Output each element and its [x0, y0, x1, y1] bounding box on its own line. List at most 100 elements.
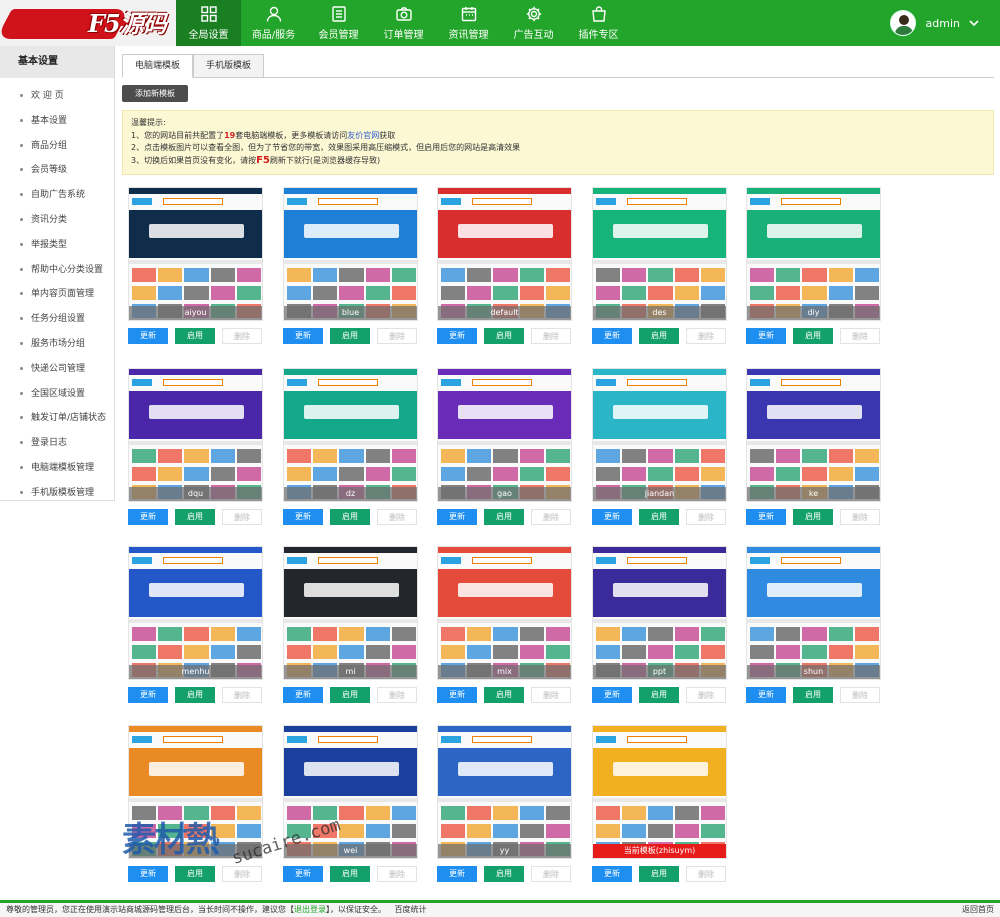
enable-button[interactable]: 启用	[639, 687, 679, 703]
enable-button[interactable]: 启用	[330, 509, 370, 525]
delete-button[interactable]: 删除	[686, 687, 726, 703]
update-button[interactable]: 更新	[437, 328, 477, 344]
delete-button[interactable]: 删除	[840, 509, 880, 525]
template-thumbnail[interactable]: 当前模板(zhisuym)	[592, 725, 727, 859]
delete-button[interactable]: 删除	[531, 328, 571, 344]
enable-button[interactable]: 启用	[330, 687, 370, 703]
update-button[interactable]: 更新	[746, 328, 786, 344]
update-button[interactable]: 更新	[128, 687, 168, 703]
template-thumbnail[interactable]: dz	[283, 368, 418, 502]
sidebar-item[interactable]: 快递公司管理	[0, 357, 114, 382]
update-button[interactable]: 更新	[437, 687, 477, 703]
template-thumbnail[interactable]: jiandan	[592, 368, 727, 502]
template-thumbnail[interactable]: yy	[437, 725, 572, 859]
template-thumbnail[interactable]: shun	[746, 546, 881, 680]
update-button[interactable]: 更新	[283, 866, 323, 882]
enable-button[interactable]: 启用	[175, 328, 215, 344]
nav-item-orders[interactable]: 订单管理	[371, 0, 436, 46]
template-thumbnail[interactable]: mix	[437, 546, 572, 680]
user-menu[interactable]: admin	[889, 10, 980, 36]
nav-item-news[interactable]: 资讯管理	[436, 0, 501, 46]
delete-button[interactable]: 删除	[222, 509, 262, 525]
update-button[interactable]: 更新	[746, 687, 786, 703]
sidebar-item[interactable]: 任务分组设置	[0, 307, 114, 332]
update-button[interactable]: 更新	[128, 509, 168, 525]
sidebar-item[interactable]: 服务市场分组	[0, 332, 114, 357]
update-button[interactable]: 更新	[592, 328, 632, 344]
delete-button[interactable]: 删除	[377, 509, 417, 525]
delete-button[interactable]: 删除	[377, 866, 417, 882]
sidebar-item[interactable]: 手机版模板管理	[0, 481, 114, 506]
update-button[interactable]: 更新	[128, 328, 168, 344]
delete-button[interactable]: 删除	[222, 866, 262, 882]
delete-button[interactable]: 删除	[686, 866, 726, 882]
sidebar-item[interactable]: 商品分组	[0, 134, 114, 159]
site-logo[interactable]: F5源码	[0, 0, 176, 46]
enable-button[interactable]: 启用	[793, 687, 833, 703]
sidebar-item[interactable]: 会员等级	[0, 158, 114, 183]
nav-item-plugins[interactable]: 插件专区	[566, 0, 631, 46]
template-thumbnail[interactable]: aiyou	[128, 187, 263, 321]
official-site-link[interactable]: 友价官网	[347, 131, 379, 140]
enable-button[interactable]: 启用	[793, 509, 833, 525]
delete-button[interactable]: 删除	[531, 509, 571, 525]
sidebar-item[interactable]: 单内容页面管理	[0, 282, 114, 307]
template-thumbnail[interactable]: wei	[283, 725, 418, 859]
enable-button[interactable]: 启用	[484, 328, 524, 344]
update-button[interactable]: 更新	[283, 509, 323, 525]
sidebar-item[interactable]: 触发订单/店铺状态	[0, 406, 114, 431]
nav-item-members[interactable]: 会员管理	[306, 0, 371, 46]
template-thumbnail[interactable]: mi	[283, 546, 418, 680]
update-button[interactable]: 更新	[592, 687, 632, 703]
template-thumbnail[interactable]: blue	[283, 187, 418, 321]
template-thumbnail[interactable]: dqu	[128, 368, 263, 502]
update-button[interactable]: 更新	[592, 509, 632, 525]
template-thumbnail[interactable]: ke	[746, 368, 881, 502]
sidebar-item[interactable]: 自助广告系统	[0, 183, 114, 208]
enable-button[interactable]: 启用	[175, 866, 215, 882]
delete-button[interactable]: 删除	[686, 328, 726, 344]
nav-item-global-settings[interactable]: 全局设置	[176, 0, 241, 46]
delete-button[interactable]: 删除	[377, 328, 417, 344]
sidebar-item[interactable]: 登录日志	[0, 431, 114, 456]
update-button[interactable]: 更新	[437, 509, 477, 525]
delete-button[interactable]: 删除	[222, 328, 262, 344]
delete-button[interactable]: 删除	[840, 328, 880, 344]
template-thumbnail[interactable]: menhu	[128, 546, 263, 680]
logout-link[interactable]: 退出登录	[294, 905, 326, 914]
enable-button[interactable]: 启用	[639, 509, 679, 525]
sidebar-item[interactable]: 电脑端模板管理	[0, 456, 114, 481]
enable-button[interactable]: 启用	[484, 509, 524, 525]
stats-link[interactable]: 百度统计	[395, 905, 427, 914]
enable-button[interactable]: 启用	[639, 328, 679, 344]
delete-button[interactable]: 删除	[531, 866, 571, 882]
add-template-button[interactable]: 添加新模板	[122, 85, 188, 102]
sidebar-item[interactable]: 全国区域设置	[0, 382, 114, 407]
sidebar-item[interactable]: 帮助中心分类设置	[0, 258, 114, 283]
sidebar-item[interactable]: 举报类型	[0, 233, 114, 258]
update-button[interactable]: 更新	[283, 328, 323, 344]
sidebar-item[interactable]: 资讯分类	[0, 208, 114, 233]
delete-button[interactable]: 删除	[531, 687, 571, 703]
tab-pc-templates[interactable]: 电脑端模板	[122, 54, 194, 78]
update-button[interactable]: 更新	[592, 866, 632, 882]
template-thumbnail[interactable]: default	[437, 187, 572, 321]
enable-button[interactable]: 启用	[330, 866, 370, 882]
sidebar-item[interactable]: 基本设置	[0, 109, 114, 134]
nav-item-goods[interactable]: 商品/服务	[241, 0, 306, 46]
delete-button[interactable]: 删除	[686, 509, 726, 525]
enable-button[interactable]: 启用	[793, 328, 833, 344]
update-button[interactable]: 更新	[283, 687, 323, 703]
template-thumbnail[interactable]: diy	[746, 187, 881, 321]
update-button[interactable]: 更新	[437, 866, 477, 882]
template-thumbnail[interactable]	[128, 725, 263, 859]
update-button[interactable]: 更新	[128, 866, 168, 882]
enable-button[interactable]: 启用	[484, 687, 524, 703]
delete-button[interactable]: 删除	[377, 687, 417, 703]
template-thumbnail[interactable]: ppt	[592, 546, 727, 680]
tab-mobile-templates[interactable]: 手机版模板	[193, 54, 265, 78]
nav-item-ads[interactable]: 广告互动	[501, 0, 566, 46]
update-button[interactable]: 更新	[746, 509, 786, 525]
sidebar-item[interactable]: 欢 迎 页	[0, 84, 114, 109]
enable-button[interactable]: 启用	[330, 328, 370, 344]
